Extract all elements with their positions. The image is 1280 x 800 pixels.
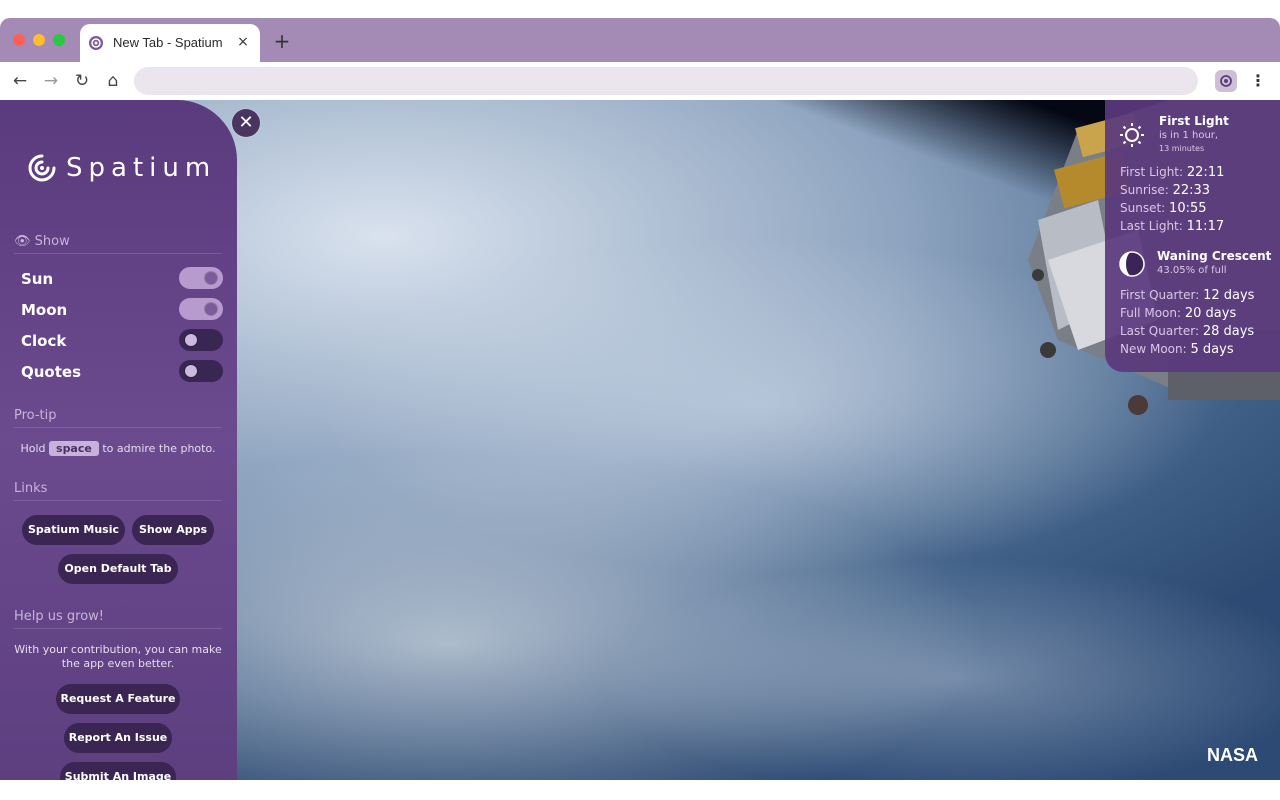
- moon-phase-icon: [1119, 251, 1145, 277]
- help-text: With your contribution, you can make the…: [14, 643, 222, 670]
- spatium-extension-icon[interactable]: [1215, 70, 1237, 92]
- clock-toggle[interactable]: [179, 329, 223, 351]
- sun-sunrise: Sunrise: 22:33: [1120, 183, 1211, 198]
- tab-title: New Tab - Spatium: [113, 35, 223, 50]
- links-section-title: Links: [14, 481, 222, 501]
- browser-menu-button[interactable]: ⋮: [1250, 70, 1266, 92]
- forward-button[interactable]: →: [40, 70, 62, 92]
- toggle-label-sun: Sun: [21, 270, 54, 288]
- show-section-title: 👁 Show: [14, 234, 222, 254]
- protip-section-title: Pro-tip: [14, 408, 222, 428]
- moon-full-moon: Full Moon: 20 days: [1120, 306, 1237, 321]
- new-tab-button[interactable]: +: [272, 31, 292, 51]
- toggle-row-clock: Clock: [21, 329, 223, 353]
- sun-icon: [1120, 123, 1144, 147]
- moon-title: Waning Crescent: [1157, 249, 1272, 263]
- moon-subtitle: 43.05% of full: [1157, 265, 1227, 276]
- toggle-knob: [185, 334, 197, 346]
- sun-subtitle: is in 1 hour,: [1159, 130, 1219, 141]
- toggle-knob: [205, 272, 217, 284]
- close-sidebar-button[interactable]: ✕: [232, 109, 260, 137]
- sun-first-light: First Light: 22:11: [1120, 165, 1225, 180]
- back-button[interactable]: ←: [9, 70, 31, 92]
- sun-last-light: Last Light: 11:17: [1120, 219, 1225, 234]
- sun-toggle[interactable]: [179, 267, 223, 289]
- tab-close-icon[interactable]: ×: [234, 33, 252, 51]
- moon-first-quarter: First Quarter: 12 days: [1120, 288, 1255, 303]
- eye-icon: 👁: [14, 234, 31, 249]
- browser-window: New Tab - Spatium × + ← → ↻ ⌂ ⋮ NASA Fir…: [0, 18, 1280, 780]
- new-tab-content: NASA First Light is in 1 hour, 13 minute…: [0, 100, 1280, 780]
- toggle-label-quotes: Quotes: [21, 363, 82, 381]
- reload-button[interactable]: ↻: [71, 70, 93, 92]
- sun-sunset: Sunset: 10:55: [1120, 201, 1207, 216]
- spatium-music-button[interactable]: Spatium Music: [22, 515, 125, 545]
- space-key-badge: space: [49, 441, 99, 456]
- sun-moon-widget: First Light is in 1 hour, 13 minutes Fir…: [1105, 100, 1280, 372]
- show-apps-button[interactable]: Show Apps: [132, 515, 214, 545]
- sun-title: First Light: [1159, 114, 1229, 128]
- toggle-row-quotes: Quotes: [21, 360, 223, 384]
- help-section-title: Help us grow!: [14, 609, 222, 629]
- toggle-knob: [185, 365, 197, 377]
- spatium-logo: Spatium: [26, 148, 216, 188]
- home-button[interactable]: ⌂: [102, 70, 124, 92]
- navigation-bar: ← → ↻ ⌂ ⋮: [0, 62, 1280, 100]
- report-issue-button[interactable]: Report An Issue: [64, 723, 172, 753]
- close-window-button[interactable]: [13, 34, 25, 46]
- spatium-favicon-icon: [89, 36, 103, 50]
- photo-credit: NASA: [1206, 745, 1258, 765]
- maximize-window-button[interactable]: [53, 34, 65, 46]
- moon-last-quarter: Last Quarter: 28 days: [1120, 324, 1255, 339]
- toggle-row-sun: Sun: [21, 267, 223, 291]
- tab-bar: New Tab - Spatium × +: [0, 18, 1280, 62]
- tab-new-tab[interactable]: New Tab - Spatium ×: [80, 24, 260, 62]
- address-bar[interactable]: [134, 67, 1198, 95]
- protip-text: Hold space to admire the photo.: [20, 441, 216, 456]
- moon-new-moon: New Moon: 5 days: [1120, 342, 1234, 357]
- settings-sidebar: Spatium 👁 Show Sun Moon Clock Quotes Pro…: [0, 100, 237, 780]
- toggle-label-moon: Moon: [21, 301, 68, 319]
- toggle-row-moon: Moon: [21, 298, 223, 322]
- submit-image-button[interactable]: Submit An Image: [60, 762, 176, 780]
- toggle-knob: [205, 303, 217, 315]
- logo-text: Spatium: [66, 153, 217, 183]
- moon-toggle[interactable]: [179, 298, 223, 320]
- spatium-logo-icon: [28, 154, 56, 182]
- quotes-toggle[interactable]: [179, 360, 223, 382]
- minimize-window-button[interactable]: [33, 34, 45, 46]
- request-feature-button[interactable]: Request A Feature: [56, 684, 180, 714]
- toggle-label-clock: Clock: [21, 332, 67, 350]
- open-default-tab-button[interactable]: Open Default Tab: [58, 554, 178, 584]
- sun-subtitle-detail: 13 minutes: [1159, 144, 1205, 153]
